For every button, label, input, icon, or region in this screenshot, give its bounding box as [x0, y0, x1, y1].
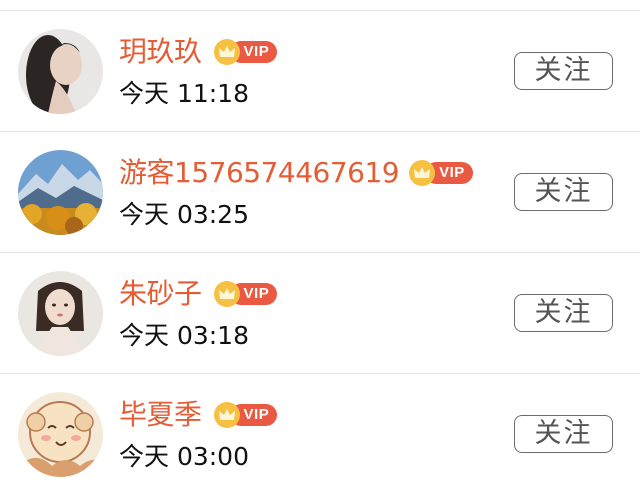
vip-badge: VIP — [213, 402, 278, 428]
user-name[interactable]: 毕夏季 — [119, 396, 202, 434]
crown-icon — [213, 39, 240, 65]
avatar[interactable] — [18, 29, 103, 114]
user-name[interactable]: 玥玖玖 — [119, 33, 202, 71]
vip-badge: VIP — [213, 281, 278, 307]
list-item[interactable]: 朱砂子 VIP 今天 03:18 关注 — [0, 253, 640, 374]
crown-icon — [213, 402, 240, 428]
user-name[interactable]: 游客1576574467619 — [119, 154, 400, 192]
vip-badge: VIP — [213, 39, 278, 65]
list-item[interactable]: 玥玖玖 VIP 今天 11:18 关注 — [0, 11, 640, 132]
follow-button[interactable]: 关注 — [514, 294, 613, 332]
timestamp: 今天 03:00 — [119, 442, 249, 471]
follow-button[interactable]: 关注 — [514, 173, 613, 211]
follow-button[interactable]: 关注 — [514, 415, 613, 453]
follow-button[interactable]: 关注 — [514, 52, 613, 90]
crown-icon — [213, 281, 240, 307]
avatar[interactable] — [18, 150, 103, 235]
timestamp: 今天 03:18 — [119, 321, 249, 350]
timestamp: 今天 03:25 — [119, 200, 249, 229]
list-item[interactable]: 毕夏季 VIP 今天 03:00 关注 — [0, 374, 640, 493]
avatar[interactable] — [18, 271, 103, 356]
user-name[interactable]: 朱砂子 — [119, 275, 202, 313]
crown-icon — [409, 160, 436, 186]
avatar[interactable] — [18, 392, 103, 477]
list-item[interactable]: 游客1576574467619 VIP 今天 03:25 关注 — [0, 132, 640, 253]
timestamp: 今天 11:18 — [119, 79, 249, 108]
follower-list: 玥玖玖 VIP 今天 11:18 关注 游客1576574467619 VIP … — [0, 0, 640, 493]
vip-badge: VIP — [409, 160, 473, 186]
